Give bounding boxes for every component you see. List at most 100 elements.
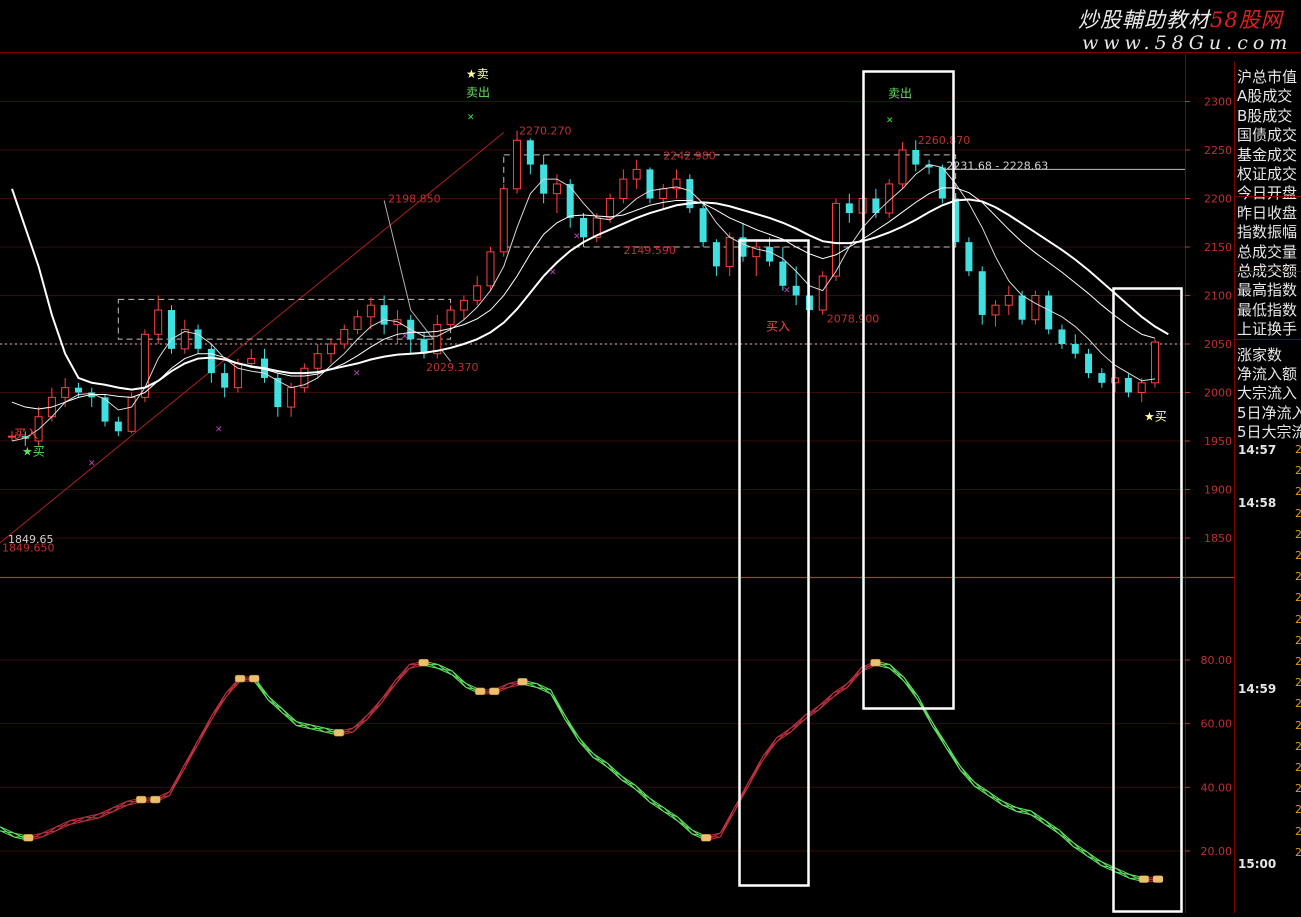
osc-ribbon-hatch — [197, 715, 213, 745]
magenta-marker: ✕ — [401, 332, 409, 342]
osc-ribbon-hatch — [832, 683, 848, 698]
candle-body — [154, 309, 163, 335]
quote-info-panel: 沪总市值 A股成交 B股成交 国债成交 基金成交 权证成交 今日开盘 昨日收盘 指数振幅 总成交量… — [1234, 62, 1301, 913]
candle-body — [965, 242, 973, 272]
osc-ribbon-hatch — [818, 692, 834, 711]
candle-body — [221, 373, 229, 388]
turning-point-marker — [870, 658, 881, 667]
osc-ribbon-hatch — [846, 667, 862, 688]
panel-field-label: 总成交量 — [1237, 242, 1298, 261]
candle-body — [779, 261, 787, 286]
osc-ribbon-hatch — [606, 766, 622, 777]
candle-body — [1031, 295, 1040, 321]
panel-value-digit: 2 — [1295, 591, 1301, 604]
candle-body — [74, 387, 82, 393]
highlight-frame — [738, 239, 810, 887]
candle-body — [1151, 341, 1159, 384]
osc-ribbon-hatch — [945, 747, 961, 767]
osc-ribbon-hatch — [762, 737, 778, 761]
osc-ribbon-hatch — [804, 705, 820, 720]
candle-body — [380, 305, 388, 325]
osc-ribbon-hatch — [917, 699, 933, 722]
osc-ribbon-hatch — [1016, 810, 1031, 813]
green-marker: ✕ — [467, 113, 475, 123]
magenta-marker: ✕ — [783, 286, 791, 296]
osc-ribbon-hatch — [268, 699, 283, 710]
candle-body — [194, 329, 202, 349]
osc-ribbon-hatch — [550, 693, 566, 716]
candle-body — [792, 285, 800, 296]
osc-ribbon-hatch — [310, 727, 325, 730]
osc-tick-label: 40.00 — [1201, 781, 1233, 794]
candle-body — [699, 208, 707, 243]
panel-field-label: 今日开盘 — [1237, 184, 1298, 203]
turning-point-marker — [333, 728, 345, 737]
magenta-marker: ✕ — [573, 232, 581, 242]
osc-ribbon-hatch — [296, 724, 311, 727]
osc-ribbon-hatch — [733, 781, 749, 812]
panel-value-digit: 2 — [1295, 803, 1301, 816]
candle-body — [938, 167, 946, 199]
candle-body — [912, 150, 920, 165]
price-annotation: 2260.870 — [918, 134, 971, 147]
candle-body — [646, 169, 654, 199]
main-tick-label: 2100 — [1204, 290, 1232, 303]
osc-ribbon-hatch — [282, 712, 297, 723]
panel-field-label: 最高指数 — [1237, 281, 1298, 300]
osc-ribbon-hatch — [959, 769, 975, 783]
panel-field-label: 权证成交 — [1237, 165, 1298, 183]
osc-ribbon-hatch — [677, 820, 693, 831]
candle-body — [1071, 344, 1079, 354]
panel-value-digit: 2 — [1295, 740, 1301, 753]
candle-body — [1085, 353, 1093, 374]
candle-body — [473, 285, 482, 301]
panel-value-digit: 2 — [1295, 528, 1301, 541]
magenta-marker: ✕ — [353, 369, 361, 379]
osc-ribbon-hatch — [578, 741, 594, 754]
panel-field-label: 最低指数 — [1237, 300, 1298, 319]
candle-body — [619, 178, 628, 200]
panel-time-label: 14:58 — [1238, 496, 1277, 510]
panel-value-digit: 2 — [1295, 761, 1301, 774]
panel-separator — [1235, 196, 1301, 197]
osc-ribbon-hatch — [380, 680, 396, 704]
candle-body — [845, 203, 853, 214]
turning-point-marker — [700, 834, 712, 842]
osc-ribbon-hatch — [748, 756, 764, 787]
candle-body — [1004, 295, 1013, 306]
panel-value-digit: 2 — [1295, 464, 1301, 477]
candle-body — [832, 202, 841, 277]
panel-value-digit: 2 — [1295, 846, 1301, 859]
watermark-url: www.58Gu.com — [1082, 32, 1293, 54]
turning-point-marker — [135, 795, 147, 804]
turning-point-marker — [1138, 875, 1150, 883]
candle-body — [1098, 373, 1106, 383]
panel-value-digit: 2 — [1295, 825, 1301, 838]
candle-body — [366, 304, 375, 318]
osc-ribbon-hatch — [635, 788, 650, 799]
candle-body — [659, 188, 668, 200]
panel-field-label: 大宗流入 — [1237, 384, 1298, 403]
panel-separator — [1235, 271, 1301, 272]
panel-value-digit: 2 — [1295, 634, 1301, 647]
candle-body — [712, 242, 720, 267]
candle-body — [353, 316, 362, 330]
osc-ribbon-hatch — [1058, 833, 1074, 844]
osc-ribbon-hatch — [451, 674, 467, 684]
osc-ribbon-hatch — [564, 718, 580, 738]
osc-tick-label: 20.00 — [1201, 845, 1233, 858]
candle-body — [1018, 295, 1026, 320]
candle-body — [632, 168, 641, 180]
osc-ribbon-hatch — [719, 807, 735, 838]
main-tick-label: 1900 — [1204, 484, 1232, 497]
panel-time-label: 15:00 — [1238, 857, 1277, 871]
panel-value-digit: 2 — [1295, 655, 1301, 668]
candle-body — [114, 421, 122, 432]
candle-body — [898, 149, 907, 185]
candle-body — [513, 139, 522, 190]
osc-ribbon-hatch — [931, 725, 947, 745]
green-marker: ✕ — [886, 116, 894, 126]
candle-body — [978, 271, 986, 315]
candle-body — [725, 236, 734, 267]
candle-body — [61, 387, 70, 398]
